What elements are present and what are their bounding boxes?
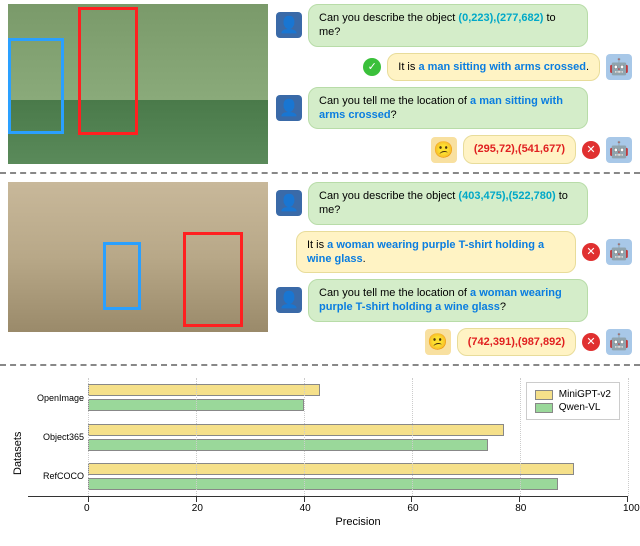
a2-coords: (295,72),(541,677) — [474, 143, 565, 155]
q1-bubble: Can you describe the object (0,223),(277… — [308, 4, 588, 47]
user-avatar-icon: 👤 — [276, 12, 302, 38]
xtick-100: 100 — [623, 503, 640, 514]
bars-refcoco — [88, 457, 628, 496]
xtick-20: 20 — [192, 503, 203, 514]
a1-prefix: It is — [398, 61, 418, 73]
robot-avatar-icon: 🤖 — [606, 239, 632, 265]
legend-swatch-green — [535, 403, 553, 413]
robot-avatar-icon: 🤖 — [606, 329, 632, 355]
bbox-red-1 — [78, 7, 138, 135]
cross-icon: ✕ — [582, 243, 600, 261]
xtick-0: 0 — [84, 503, 90, 514]
q2-prefix: Can you tell me the location of — [319, 287, 470, 299]
a1-row: ✓ It is a man sitting with arms crossed.… — [276, 53, 632, 81]
example-2: 👤 Can you describe the object (403,475),… — [0, 178, 640, 360]
q2-prefix: Can you tell me the location of — [319, 95, 470, 107]
q1-row: 👤 Can you describe the object (0,223),(2… — [276, 4, 632, 47]
cross-icon: ✕ — [582, 333, 600, 351]
xtick-40: 40 — [300, 503, 311, 514]
q2-bubble: Can you tell me the location of a man si… — [308, 87, 588, 130]
q2-bubble: Can you tell me the location of a woman … — [308, 279, 588, 322]
robot-avatar-icon: 🤖 — [606, 54, 632, 80]
confused-avatar-icon: 😕 — [425, 329, 451, 355]
a2-bubble: (295,72),(541,677) — [463, 135, 576, 163]
confused-avatar-icon: 😕 — [431, 137, 457, 163]
precision-chart: Datasets OpenImage Object365 RefCOCO — [0, 370, 640, 540]
ytick-openimage: OpenImage — [28, 378, 84, 417]
bar-minigpt-openimage — [88, 384, 320, 396]
a1-prefix: It is — [307, 239, 327, 251]
a1-row: It is a woman wearing purple T-shirt hol… — [276, 231, 632, 274]
a2-coords: (742,391),(987,892) — [468, 336, 565, 348]
legend-swatch-yellow — [535, 390, 553, 400]
a2-row: 😕 (742,391),(987,892) ✕ 🤖 — [276, 328, 632, 356]
legend-qwen: Qwen-VL — [535, 402, 611, 413]
q1-text: Can you describe the object — [319, 12, 458, 24]
q1-coords: (403,475),(522,780) — [458, 190, 555, 202]
q2-suffix: ? — [500, 301, 506, 313]
xtick-60: 60 — [407, 503, 418, 514]
bbox-blue-1 — [8, 38, 64, 134]
a1-hl: a woman wearing purple T-shirt holding a… — [307, 239, 544, 265]
divider — [0, 364, 640, 366]
chat-1: 👤 Can you describe the object (0,223),(2… — [276, 4, 632, 164]
photo-baseball — [8, 4, 268, 164]
q1-row: 👤 Can you describe the object (403,475),… — [276, 182, 632, 225]
user-avatar-icon: 👤 — [276, 190, 302, 216]
ytick-object365: Object365 — [28, 417, 84, 456]
q1-text: Can you describe the object — [319, 190, 458, 202]
a1-suffix: . — [363, 253, 366, 265]
divider — [0, 172, 640, 174]
ytick-refcoco: RefCOCO — [28, 457, 84, 496]
a1-suffix: . — [586, 61, 589, 73]
x-axis-label: Precision — [88, 516, 628, 528]
example-1: 👤 Can you describe the object (0,223),(2… — [0, 0, 640, 168]
q1-bubble: Can you describe the object (403,475),(5… — [308, 182, 588, 225]
legend: MiniGPT-v2 Qwen-VL — [526, 382, 620, 420]
bars-object365 — [88, 417, 628, 456]
check-icon: ✓ — [363, 58, 381, 76]
a2-bubble: (742,391),(987,892) — [457, 328, 576, 356]
bar-minigpt-refcoco — [88, 463, 574, 475]
robot-avatar-icon: 🤖 — [606, 137, 632, 163]
cross-icon: ✕ — [582, 141, 600, 159]
user-avatar-icon: 👤 — [276, 95, 302, 121]
xtick-80: 80 — [515, 503, 526, 514]
user-avatar-icon: 👤 — [276, 287, 302, 313]
bbox-red-2 — [183, 232, 243, 327]
y-axis-label: Datasets — [12, 378, 24, 528]
photo-dinner — [8, 182, 268, 332]
legend-label-minigpt: MiniGPT-v2 — [559, 389, 611, 400]
bbox-blue-2 — [103, 242, 141, 310]
y-ticks: OpenImage Object365 RefCOCO — [28, 378, 88, 496]
bar-qwen-object365 — [88, 439, 488, 451]
x-ticks: 0 20 40 60 80 100 — [88, 497, 628, 502]
a1-bubble: It is a man sitting with arms crossed. — [387, 53, 600, 81]
a2-row: 😕 (295,72),(541,677) ✕ 🤖 — [276, 135, 632, 163]
q2-row: 👤 Can you tell me the location of a man … — [276, 87, 632, 130]
q2-row: 👤 Can you tell me the location of a woma… — [276, 279, 632, 322]
q1-coords: (0,223),(277,682) — [458, 12, 543, 24]
legend-minigpt: MiniGPT-v2 — [535, 389, 611, 400]
a1-bubble: It is a woman wearing purple T-shirt hol… — [296, 231, 576, 274]
bar-qwen-refcoco — [88, 478, 558, 490]
a1-hl: a man sitting with arms crossed — [418, 61, 586, 73]
chat-2: 👤 Can you describe the object (403,475),… — [276, 182, 632, 356]
bar-minigpt-object365 — [88, 424, 504, 436]
legend-label-qwen: Qwen-VL — [559, 402, 601, 413]
q2-suffix: ? — [391, 109, 397, 121]
